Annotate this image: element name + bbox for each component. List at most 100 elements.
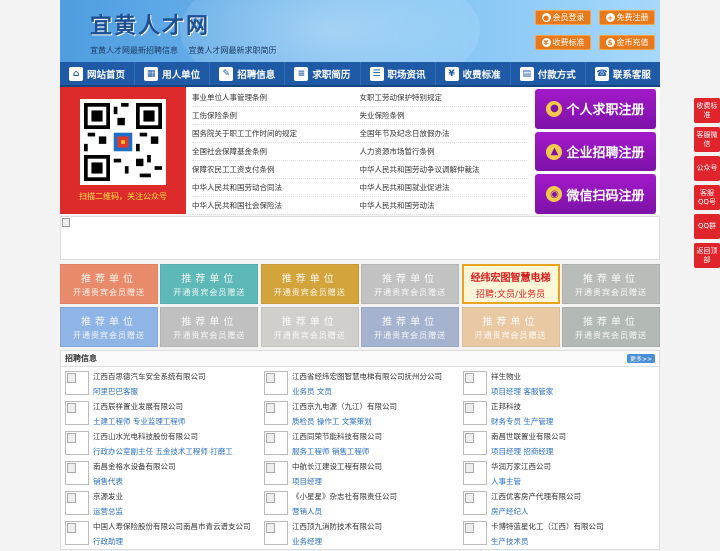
recommended-unit-slot[interactable]: 推荐单位 开通贵宾会员赠送 [561,264,660,304]
job-item[interactable]: 南昌世联置业有限公司 项目经理 招商经理 [463,431,662,461]
job-positions[interactable]: 质检员 操作工 文案策划 [292,416,397,427]
side-back-to-top[interactable]: 返回顶部 [694,243,720,268]
job-positions[interactable]: 运营总监 [93,506,123,517]
job-item[interactable]: 江西省经纬宏图智慧电梯有限公司抚州分公司 业务员 文员 [264,371,463,401]
side-qq-service[interactable]: 客服QQ号 [694,185,720,210]
law-link[interactable]: 中华人民共和国劳动合同法 [192,179,360,197]
job-positions[interactable]: 项目经理 [292,476,382,487]
side-qq-group[interactable]: QQ群 [694,214,720,239]
company-name[interactable]: 江西百思德汽车安全系统有限公司 [93,371,206,382]
job-positions[interactable]: 业务员 文员 [292,386,442,397]
company-name[interactable]: 江西顶九消防技术有限公司 [292,521,382,532]
law-link[interactable]: 中华人民共和国社会保险法 [192,197,360,215]
law-link[interactable]: 中华人民共和国劳动争议调解仲裁法 [359,161,527,179]
company-register-button[interactable]: ▲ 企业招聘注册 [535,131,656,172]
company-name[interactable]: 祥生物业 [491,371,553,382]
recommended-unit-slot[interactable]: 推荐单位 开通贵宾会员赠送 [361,307,460,347]
pricing-button[interactable]: ¥ 收费标准 [535,35,591,50]
company-name[interactable]: 正邦科技 [491,401,553,412]
job-item[interactable]: 江西辰祥置业发展有限公司 土建工程师 专业监理工程师 [65,401,264,431]
job-positions[interactable]: 销售代表 [93,476,176,487]
law-link[interactable]: 保障农民工工资支付条例 [192,161,360,179]
login-button[interactable]: ● 会员登录 [535,10,591,25]
job-item[interactable]: 江西优客房产代理有限公司 房产经纪人 [463,491,662,521]
job-item[interactable]: 祥生物业项目经理 客服管家 [463,371,662,401]
recharge-button[interactable]: $ 金币充值 [599,35,655,50]
job-positions[interactable]: 阿里巴巴客服 [93,386,206,397]
recommended-unit-slot[interactable]: 推荐单位 开通贵宾会员赠送 [160,264,259,304]
job-item[interactable]: 华润万家江西公司 人事主管 [463,461,662,491]
company-name[interactable]: 江西京九电源（九江）有限公司 [292,401,397,412]
law-link[interactable]: 女职工劳动保护特别规定 [359,89,527,107]
company-name[interactable]: 中航长江建设工程有限公司 [292,461,382,472]
more-link[interactable]: 更多>> [626,354,655,363]
latest-jobs-link[interactable]: 宜黄人才网最新招聘信息 [90,46,178,55]
company-name[interactable]: 江西省经纬宏图智慧电梯有限公司抚州分公司 [292,371,442,382]
law-link[interactable]: 工伤保险条例 [192,107,360,125]
job-item[interactable]: 中航长江建设工程有限公司 项目经理 [264,461,463,491]
company-name[interactable]: 江西同荣节能科技有限公司 [292,431,382,442]
job-item[interactable]: 《小星星》杂志社有限责任公司 营销人员 [264,491,463,521]
company-name[interactable]: 《小星星》杂志社有限责任公司 [292,491,397,502]
job-item[interactable]: 江西顶九消防技术有限公司 业务经理 [264,521,463,551]
nav-contact[interactable]: ☎ 联系客服 [586,62,660,85]
nav-home[interactable]: ⌂ 网站首页 [60,62,136,85]
nav-pricing[interactable]: ¥ 收费标准 [436,62,511,85]
job-positions[interactable]: 财务专员 生产管理 [491,416,553,427]
job-item[interactable]: 南昌金格水设备有限公司 销售代表 [65,461,264,491]
company-name[interactable]: 江西辰祥置业发展有限公司 [93,401,185,412]
law-link[interactable]: 失业保险条例 [359,107,527,125]
job-positions[interactable]: 房产经纪人 [491,506,581,517]
company-name[interactable]: 江西山水光电科技股份有限公司 [93,431,233,442]
law-link[interactable]: 人力资源市场暂行条例 [359,143,527,161]
job-positions[interactable]: 项目经理 招商经理 [491,446,566,457]
side-official-account[interactable]: 公众号 [694,156,720,181]
job-item[interactable]: 江西山水光电科技股份有限公司 行政办公室副主任 五金技术工程师 打磨工 [65,431,264,461]
job-item[interactable]: 江西百思德汽车安全系统有限公司 阿里巴巴客服 [65,371,264,401]
job-positions[interactable]: 行政办公室副主任 五金技术工程师 打磨工 [93,446,233,457]
company-name[interactable]: 华润万家江西公司 [491,461,551,472]
recommended-unit-slot[interactable]: 推荐单位 开通贵宾会员赠送 [461,307,560,347]
register-button[interactable]: + 免费注册 [599,10,655,25]
job-positions[interactable]: 业务经理 [292,536,382,547]
company-name[interactable]: 中国人寿保险股份有限公司南昌市青云谱支公司 [93,521,251,532]
nav-payment[interactable]: ▤ 付款方式 [511,62,586,85]
nav-jobs[interactable]: ✎ 招聘信息 [210,62,286,85]
law-link[interactable]: 全国年节及纪念日放假办法 [359,125,527,143]
job-positions[interactable]: 人事主管 [491,476,551,487]
recommended-unit-slot[interactable]: 推荐单位 开通贵宾会员赠送 [60,264,158,304]
job-positions[interactable]: 行政助理 [93,536,251,547]
job-item[interactable]: 卡博特蓝星化工（江西）有限公司 生产技术员 [463,521,662,551]
job-positions[interactable]: 服务工程师 销售工程师 [292,446,382,457]
company-name[interactable]: 南昌世联置业有限公司 [491,431,566,442]
side-wechat-service[interactable]: 客服微信 [694,127,720,152]
recommended-unit-slot[interactable]: 推荐单位 开通贵宾会员赠送 [160,307,259,347]
recommended-unit-slot[interactable]: 推荐单位 开通贵宾会员赠送 [260,307,359,347]
recommended-unit-slot[interactable]: 推荐单位 开通贵宾会员赠送 [260,264,359,304]
job-item[interactable]: 江西京九电源（九江）有限公司 质检员 操作工 文案策划 [264,401,463,431]
job-positions[interactable]: 营销人员 [292,506,397,517]
job-positions[interactable]: 生产技术员 [491,536,604,547]
banner-ad[interactable] [60,216,660,260]
job-positions[interactable]: 项目经理 客服管家 [491,386,553,397]
company-name[interactable]: 京源发业 [93,491,123,502]
job-item[interactable]: 正邦科技财务专员 生产管理 [463,401,662,431]
company-name[interactable]: 南昌金格水设备有限公司 [93,461,176,472]
job-item[interactable]: 中国人寿保险股份有限公司南昌市青云谱支公司 行政助理 [65,521,264,551]
elevator-company-ad[interactable]: 经纬宏图智慧电梯 招聘:文员/业务员 [461,264,560,304]
company-name[interactable]: 卡博特蓝星化工（江西）有限公司 [491,521,604,532]
nav-resumes[interactable]: ≡ 求职简历 [285,62,361,85]
law-link[interactable]: 全国社会保障基金条例 [192,143,360,161]
job-item[interactable]: 江西同荣节能科技有限公司 服务工程师 销售工程师 [264,431,463,461]
job-positions[interactable]: 土建工程师 专业监理工程师 [93,416,185,427]
law-link[interactable]: 中华人民共和国就业促进法 [359,179,527,197]
recommended-unit-slot[interactable]: 推荐单位 开通贵宾会员赠送 [561,307,660,347]
recommended-unit-slot[interactable]: 推荐单位 开通贵宾会员赠送 [60,307,158,347]
latest-resumes-link[interactable]: 宜黄人才网最新求职简历 [189,46,277,55]
law-link[interactable]: 事业单位人事管理条例 [192,89,360,107]
nav-employers[interactable]: ▦ 用人单位 [135,62,211,85]
recommended-unit-slot[interactable]: 推荐单位 开通贵宾会员赠送 [361,264,460,304]
law-link[interactable]: 国务院关于职工工作时间的规定 [192,125,360,143]
law-link[interactable]: 中华人民共和国劳动法 [359,197,527,215]
wechat-register-button[interactable]: ◉ 微信扫码注册 [535,174,656,215]
